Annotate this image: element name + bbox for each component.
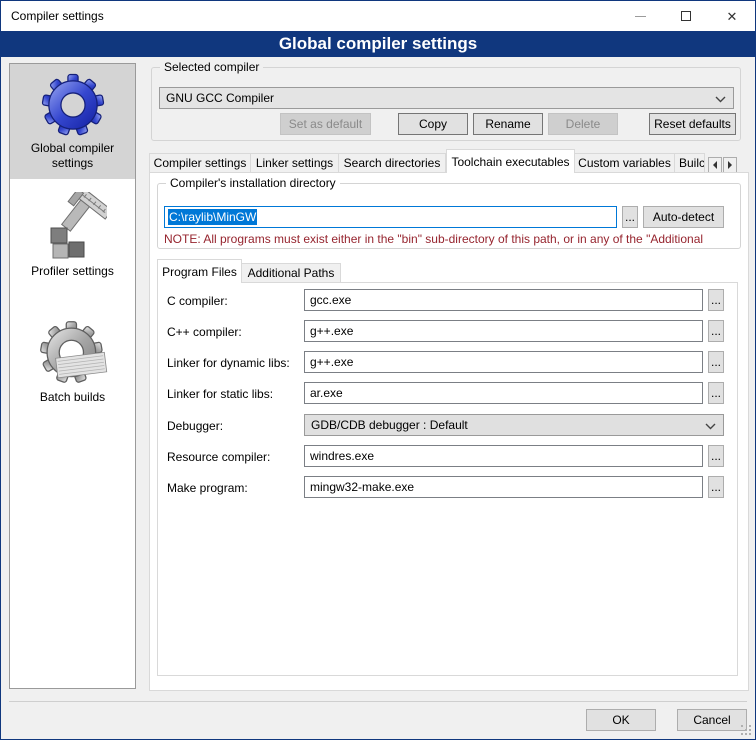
c-compiler-label: C compiler: (167, 294, 228, 308)
cpp-compiler-input[interactable]: g++.exe (304, 320, 703, 342)
debugger-select[interactable]: GDB/CDB debugger : Default (304, 414, 724, 436)
tab-program-files[interactable]: Program Files (157, 259, 242, 283)
maximize-icon (681, 11, 691, 21)
field-value: gcc.exe (310, 293, 351, 307)
footer-divider (9, 701, 747, 702)
linker-dynamic-label: Linker for dynamic libs: (167, 356, 290, 370)
compiler-select[interactable]: GNU GCC Compiler (159, 87, 734, 109)
set-as-default-button[interactable]: Set as default (280, 113, 371, 135)
resource-compiler-browse-button[interactable]: ... (708, 445, 724, 467)
minimize-button[interactable] (617, 1, 663, 31)
tab-scroll-left-button[interactable] (708, 157, 722, 173)
resource-compiler-label: Resource compiler: (167, 450, 270, 464)
tab-compiler-settings[interactable]: Compiler settings (149, 153, 251, 173)
field-value: g++.exe (310, 324, 353, 338)
tab-custom-variables[interactable]: Custom variables (575, 153, 675, 173)
chevron-down-icon (715, 96, 726, 103)
sidebar-item-global-compiler-settings[interactable]: Global compiler settings (10, 64, 135, 179)
selected-compiler-legend: Selected compiler (160, 60, 263, 74)
maximize-button[interactable] (663, 1, 709, 31)
debugger-label: Debugger: (167, 419, 223, 433)
minimize-icon (635, 16, 646, 17)
title-bar: Compiler settings ✕ (1, 1, 755, 31)
dialog-header: Global compiler settings (1, 31, 755, 57)
selected-text: C:\raylib\MinGW (168, 209, 257, 225)
installation-directory-legend: Compiler's installation directory (166, 176, 340, 190)
auto-detect-button[interactable]: Auto-detect (643, 206, 724, 228)
browse-directory-button[interactable]: ... (622, 206, 638, 228)
sidebar-item-batch-builds[interactable]: Batch builds (10, 313, 135, 413)
tab-search-directories[interactable]: Search directories (339, 153, 446, 173)
field-value: mingw32-make.exe (310, 480, 414, 494)
window-controls: ✕ (617, 1, 755, 31)
triangle-left-icon (713, 161, 717, 169)
compiler-settings-dialog: Compiler settings ✕ Global compiler sett… (0, 0, 756, 740)
settings-tabstrip: Compiler settings Linker settings Search… (149, 149, 737, 173)
linker-static-label: Linker for static libs: (167, 387, 273, 401)
resource-compiler-input[interactable]: windres.exe (304, 445, 703, 467)
c-compiler-browse-button[interactable]: ... (708, 289, 724, 311)
tab-build-options-truncated[interactable]: Builc (675, 153, 705, 173)
ok-button[interactable]: OK (586, 709, 656, 731)
make-program-input[interactable]: mingw32-make.exe (304, 476, 703, 498)
gear-blue-icon (12, 69, 133, 141)
chevron-down-icon (705, 423, 716, 430)
resize-grip[interactable] (741, 725, 751, 735)
installation-note: NOTE: All programs must exist either in … (164, 232, 739, 246)
cpp-compiler-label: C++ compiler: (167, 325, 242, 339)
linker-dynamic-browse-button[interactable]: ... (708, 351, 724, 373)
sidebar-item-label: Profiler settings (12, 264, 133, 279)
tab-additional-paths[interactable]: Additional Paths (242, 263, 341, 283)
make-program-label: Make program: (167, 481, 248, 495)
tab-linker-settings[interactable]: Linker settings (251, 153, 339, 173)
linker-dynamic-input[interactable]: g++.exe (304, 351, 703, 373)
linker-static-input[interactable]: ar.exe (304, 382, 703, 404)
page-title: Global compiler settings (279, 34, 477, 54)
sidebar-item-label: Global compiler settings (12, 141, 133, 171)
c-compiler-input[interactable]: gcc.exe (304, 289, 703, 311)
rename-button[interactable]: Rename (473, 113, 543, 135)
debugger-select-value: GDB/CDB debugger : Default (311, 418, 468, 432)
field-value: ar.exe (310, 386, 343, 400)
grip-dots-icon (741, 725, 743, 727)
compiler-select-value: GNU GCC Compiler (166, 91, 274, 105)
reset-defaults-button[interactable]: Reset defaults (649, 113, 736, 135)
window-title: Compiler settings (1, 9, 104, 23)
tab-toolchain-executables[interactable]: Toolchain executables (446, 149, 575, 173)
sidebar-item-label: Batch builds (12, 390, 133, 405)
linker-static-browse-button[interactable]: ... (708, 382, 724, 404)
field-value: g++.exe (310, 355, 353, 369)
make-program-browse-button[interactable]: ... (708, 476, 724, 498)
cancel-button[interactable]: Cancel (677, 709, 747, 731)
copy-button[interactable]: Copy (398, 113, 468, 135)
triangle-right-icon (728, 161, 732, 169)
installation-directory-input[interactable]: C:\raylib\MinGW (164, 206, 617, 228)
close-button[interactable]: ✕ (709, 1, 755, 31)
gear-stack-icon (12, 318, 133, 390)
cpp-compiler-browse-button[interactable]: ... (708, 320, 724, 342)
field-value: windres.exe (310, 449, 374, 463)
program-tabstrip: Program Files Additional Paths (157, 259, 341, 283)
delete-button[interactable]: Delete (548, 113, 618, 135)
close-icon: ✕ (727, 10, 738, 23)
tab-scroll-right-button[interactable] (723, 157, 737, 173)
caliper-icon (12, 192, 133, 264)
settings-sidebar: Global compiler settings Profiler settin… (9, 63, 136, 689)
sidebar-item-profiler-settings[interactable]: Profiler settings (10, 187, 135, 287)
